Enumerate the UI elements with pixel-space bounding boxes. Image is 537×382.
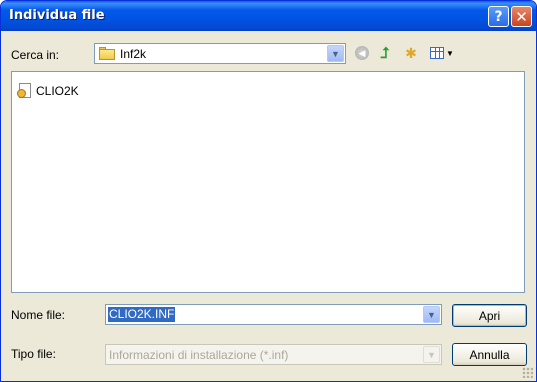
file-dialog: Individua file ? ✕ Cerca in: Inf2k ▼ ◀ ⮥… xyxy=(0,0,537,382)
chevron-down-icon[interactable]: ▼ xyxy=(423,306,440,323)
file-name-field[interactable]: CLIO2K.INF ▼ xyxy=(105,304,442,325)
file-name-label: Nome file: xyxy=(11,308,66,322)
open-button[interactable]: Apri xyxy=(452,304,527,327)
list-item[interactable]: CLIO2K xyxy=(17,83,79,99)
chevron-down-icon: ▼ xyxy=(423,346,440,363)
file-name-text: CLIO2K xyxy=(36,84,79,98)
close-button[interactable]: ✕ xyxy=(511,6,532,27)
file-list[interactable]: CLIO2K xyxy=(11,71,525,293)
look-in-value: Inf2k xyxy=(120,47,147,61)
chevron-down-icon[interactable]: ▼ xyxy=(327,45,344,62)
help-button[interactable]: ? xyxy=(488,6,509,27)
cancel-button[interactable]: Annulla xyxy=(452,343,527,366)
views-menu-icon[interactable]: ▼ xyxy=(428,44,456,62)
folder-icon xyxy=(99,47,115,60)
file-name-value: CLIO2K.INF xyxy=(108,307,176,322)
title-bar[interactable]: Individua file ? ✕ xyxy=(1,1,536,31)
window-title: Individua file xyxy=(9,8,105,23)
file-type-value: Informazioni di installazione (*.inf) xyxy=(109,348,289,362)
look-in-dropdown[interactable]: Inf2k ▼ xyxy=(94,43,346,64)
file-type-label: Tipo file: xyxy=(11,347,56,361)
up-folder-icon[interactable]: ⮥ xyxy=(375,44,395,62)
file-type-dropdown: Informazioni di installazione (*.inf) ▼ xyxy=(105,344,442,365)
setup-information-file-icon xyxy=(17,83,33,99)
look-in-label: Cerca in: xyxy=(11,48,60,62)
resize-grip[interactable] xyxy=(522,367,533,378)
back-icon[interactable]: ◀ xyxy=(352,44,372,62)
new-folder-icon[interactable]: ✱ xyxy=(401,44,421,62)
